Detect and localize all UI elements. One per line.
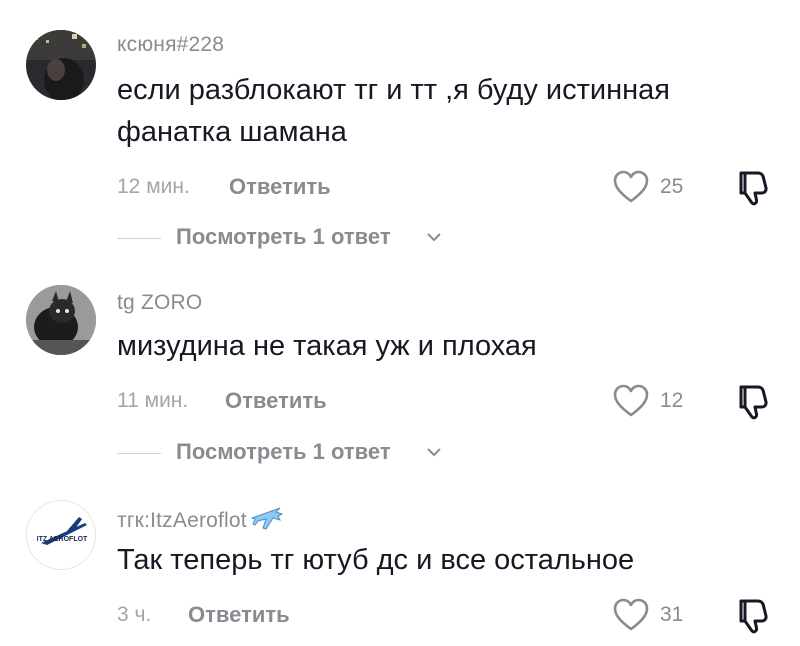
comment-username[interactable]: ксюня#228: [117, 33, 224, 57]
comment-time: 11 мин.: [117, 389, 189, 412]
comment-actions: 12 мин. Ответить 25: [117, 170, 800, 206]
thumbs-down-icon[interactable]: [735, 169, 769, 212]
comment-username[interactable]: тгк:ItzAeroflot: [117, 505, 284, 537]
reply-button[interactable]: Ответить: [225, 388, 327, 414]
thumbs-down-icon[interactable]: [735, 383, 769, 426]
username-text: тгк:ItzAeroflot: [117, 509, 247, 532]
avatar-logo-text: ITZ AEROFLOT: [37, 536, 88, 543]
avatar[interactable]: [26, 285, 96, 355]
like-count: 31: [660, 603, 684, 626]
comment-username[interactable]: tg ZORO: [117, 291, 202, 315]
like-count: 12: [660, 389, 684, 412]
thumbs-down-icon[interactable]: [735, 597, 769, 640]
comment-text: если разблокают тг и тт ,я буду истинная…: [117, 74, 670, 148]
comment-text: Так теперь тг ютуб дс и все остальное: [117, 544, 635, 576]
heart-outline-icon[interactable]: [612, 169, 650, 210]
avatar[interactable]: ITZ AEROFLOT: [26, 500, 96, 570]
divider-line: [117, 453, 161, 454]
airplane-icon: [249, 505, 284, 537]
chevron-down-icon: [426, 445, 442, 463]
comment-time: 3 ч.: [117, 603, 152, 626]
comment-actions: 3 ч. Ответить 31: [117, 598, 800, 634]
divider-line: [117, 238, 161, 239]
reply-button[interactable]: Ответить: [188, 602, 290, 628]
like-count: 25: [660, 175, 684, 198]
view-replies-label: Посмотреть 1 ответ: [176, 224, 391, 249]
avatar[interactable]: [26, 30, 96, 100]
reply-button[interactable]: Ответить: [229, 174, 331, 200]
heart-outline-icon[interactable]: [612, 597, 650, 638]
comment-actions: 11 мин. Ответить 12: [117, 384, 800, 420]
comment-text: мизудина не такая уж и плохая: [117, 330, 537, 362]
comment-time: 12 мин.: [117, 175, 190, 198]
heart-outline-icon[interactable]: [612, 383, 650, 424]
chevron-down-icon: [426, 230, 442, 248]
view-replies-label: Посмотреть 1 ответ: [176, 439, 391, 464]
